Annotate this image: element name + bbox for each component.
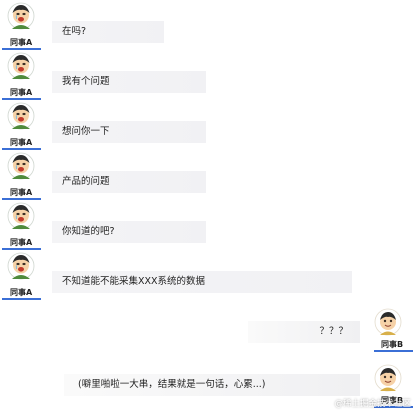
- avatar-a-icon: [7, 52, 35, 80]
- name-underline: [374, 350, 413, 352]
- avatar-a-icon: [7, 2, 35, 30]
- sender-name: 同事A: [10, 288, 33, 297]
- message-bubble[interactable]: 我有个问题: [52, 71, 206, 93]
- message-bubble[interactable]: 你知道的吧?: [52, 221, 206, 243]
- avatar-a-icon: [7, 202, 35, 230]
- avatar-b-icon: [374, 308, 402, 336]
- message-row: 同事A 产品的问题: [0, 150, 415, 200]
- sender-name: 同事A: [10, 138, 33, 147]
- message-bubble[interactable]: 在吗?: [52, 21, 164, 43]
- avatar-b-icon: [374, 364, 402, 392]
- message-row: 同事B ？？？: [0, 306, 415, 356]
- message-bubble[interactable]: 产品的问题: [52, 171, 206, 193]
- sender-name: 同事A: [10, 38, 33, 47]
- avatar-a-icon: [7, 152, 35, 180]
- sender-name: 同事A: [10, 238, 33, 247]
- message-bubble[interactable]: ？？？: [248, 321, 360, 343]
- message-row: 同事A 想问你一下: [0, 100, 415, 150]
- avatar-a-icon: [7, 102, 35, 130]
- message-row: 同事A 你知道的吧?: [0, 200, 415, 250]
- avatar-a-icon: [7, 252, 35, 280]
- sender-name: 同事B: [381, 340, 404, 349]
- message-row: 同事A 不知道能不能采集XXX系统的数据: [0, 250, 415, 300]
- message-bubble[interactable]: 想问你一下: [52, 121, 206, 143]
- sender-name: 同事A: [10, 88, 33, 97]
- name-underline: [2, 298, 41, 300]
- sender-name: 同事A: [10, 188, 33, 197]
- message-bubble[interactable]: (噼里啪啦一大串，结果就是一句话，心累...): [64, 374, 360, 396]
- message-row: 同事A 在吗?: [0, 0, 415, 50]
- message-bubble[interactable]: 不知道能不能采集XXX系统的数据: [52, 271, 352, 293]
- message-row: 同事A 我有个问题: [0, 50, 415, 100]
- watermark: @稀土掘金技术社区: [334, 399, 411, 409]
